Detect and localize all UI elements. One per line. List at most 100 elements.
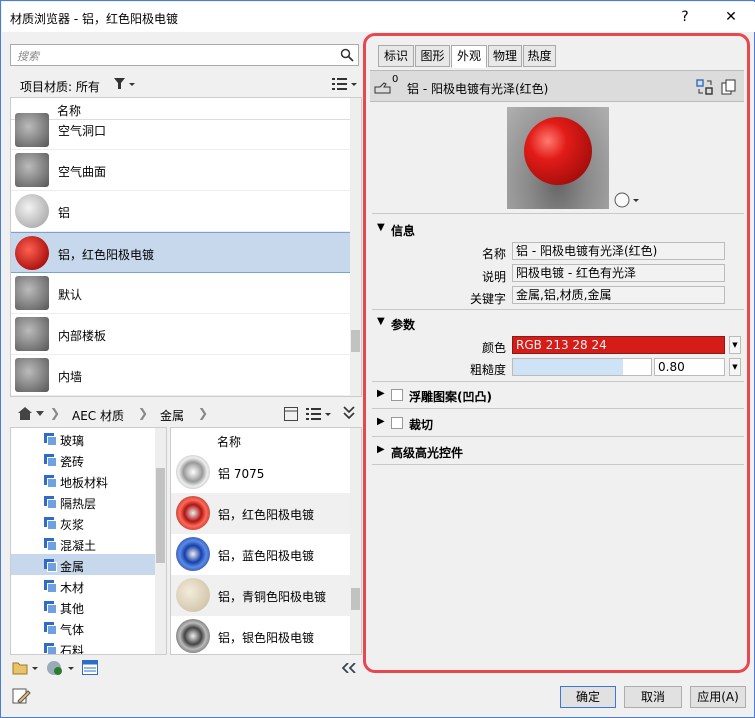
tree-item[interactable]: 其他 [11, 596, 157, 617]
list-item[interactable]: 铝，红色阳极电镀 [171, 493, 351, 534]
scrollbar-thumb[interactable] [351, 588, 360, 610]
search-input[interactable]: 搜索 [10, 44, 359, 66]
tree-item[interactable]: 木材 [11, 575, 157, 596]
apply-button[interactable]: 应用(A) [690, 686, 746, 708]
material-swatch [176, 578, 210, 612]
panel-toggle-icon[interactable] [284, 407, 298, 421]
list-item[interactable]: 铝，银色阳极电镀 [171, 616, 351, 654]
tree-item[interactable]: 气体 [11, 617, 157, 638]
tree-item[interactable]: 混凝土 [11, 533, 157, 554]
expand-arrow-icon: ▶ [377, 416, 385, 427]
cutout-checkbox[interactable] [391, 417, 403, 429]
material-name: 内部楼板 [58, 329, 107, 343]
collapse-left-icon[interactable] [342, 663, 356, 673]
scrollbar-thumb[interactable] [351, 330, 360, 352]
list-view-icon[interactable] [332, 77, 358, 91]
name-field[interactable]: 铝 - 阳极电镀有光泽(红色) [512, 242, 725, 260]
roughness-slider[interactable] [512, 358, 652, 376]
search-icon[interactable] [340, 48, 354, 62]
tree-item[interactable]: 石料 [11, 638, 157, 655]
tab-identity[interactable]: 标识 [378, 45, 414, 67]
category-icon [44, 433, 57, 446]
tree-item[interactable]: 隔热层 [11, 491, 157, 512]
duplicate-asset-icon[interactable] [721, 79, 737, 95]
hand-icon [374, 82, 391, 94]
list-item[interactable]: 内墙 [11, 355, 351, 396]
list-item-selected[interactable]: 铝，红色阳极电镀 [11, 232, 351, 273]
list-item[interactable]: 铝 7075 [171, 452, 351, 493]
list-item[interactable]: 空气洞口 [11, 110, 351, 150]
tree-item[interactable]: 玻璃 [11, 428, 157, 449]
home-icon[interactable] [18, 407, 32, 420]
color-swatch-field[interactable]: RGB 213 28 24 [512, 336, 725, 354]
list-item[interactable]: 内部楼板 [11, 314, 351, 355]
ok-button[interactable]: 确定 [560, 686, 616, 708]
tab-graphics[interactable]: 图形 [415, 45, 450, 67]
category-icon [44, 601, 57, 614]
category-icon [44, 496, 57, 509]
library-category-tree: 玻璃 瓷砖 地板材料 隔热层 灰浆 混凝土 金属 木材 其他 气体 石料 [10, 427, 167, 655]
tree-item-label: 石料 [60, 644, 85, 655]
material-name: 空气曲面 [58, 165, 107, 179]
params-section-header[interactable]: ▼ 参数 [373, 314, 743, 334]
category-icon [44, 538, 57, 551]
cancel-button[interactable]: 取消 [624, 686, 682, 708]
expand-arrow-icon: ▼ [377, 316, 385, 327]
roughness-dropdown-button[interactable]: ▼ [729, 358, 741, 376]
material-name: 铝 7075 [218, 467, 265, 481]
view-options-icon[interactable] [306, 407, 332, 421]
section-divider [372, 464, 744, 465]
highlight-section-header[interactable]: ▶ 高级高光控件 [373, 442, 743, 462]
filter-icon[interactable] [114, 78, 136, 90]
material-swatch [15, 276, 49, 310]
tree-item-label: 瓷砖 [60, 455, 85, 469]
asset-browser-icon[interactable] [82, 660, 98, 675]
tree-item-selected[interactable]: 金属 [11, 554, 157, 575]
cutout-section-header[interactable]: ▶ 裁切 [373, 414, 743, 434]
tree-scrollbar[interactable] [155, 428, 166, 654]
replace-asset-icon[interactable] [696, 79, 714, 95]
tree-item[interactable]: 地板材料 [11, 470, 157, 491]
tree-item-label: 气体 [60, 623, 85, 637]
open-library-icon[interactable] [12, 660, 38, 676]
material-swatch [176, 537, 210, 571]
edit-notes-icon[interactable] [12, 687, 32, 705]
tab-thermal[interactable]: 热度 [523, 45, 556, 67]
keywords-field[interactable]: 金属,铝,材质,金属 [512, 286, 725, 304]
tab-appearance[interactable]: 外观 [451, 45, 487, 68]
tree-item[interactable]: 瓷砖 [11, 449, 157, 470]
scrollbar-thumb[interactable] [156, 468, 165, 563]
material-name: 铝，蓝色阳极电镀 [218, 549, 315, 563]
relief-section-header[interactable]: ▶ 浮雕图案(凹凸) [373, 386, 743, 406]
list-item[interactable]: 空气曲面 [11, 150, 351, 191]
list-item[interactable]: 铝 [11, 191, 351, 232]
chevron-down-icon[interactable] [36, 411, 44, 416]
breadcrumb-current[interactable]: 金属 [160, 407, 184, 424]
list-scrollbar[interactable] [350, 98, 361, 396]
tab-physical[interactable]: 物理 [488, 45, 522, 67]
tree-item[interactable]: 灰浆 [11, 512, 157, 533]
search-placeholder: 搜索 [17, 50, 39, 63]
description-field[interactable]: 阳极电镀 - 红色有光泽 [512, 264, 725, 282]
close-button[interactable]: ✕ [720, 7, 742, 27]
roughness-value-field[interactable]: 0.80 [654, 358, 725, 376]
tree-item-label: 木材 [60, 581, 85, 595]
list-item[interactable]: 默认 [11, 273, 351, 314]
create-material-icon[interactable] [46, 659, 76, 676]
color-dropdown-button[interactable]: ▼ [729, 336, 741, 354]
help-button[interactable]: ? [674, 7, 696, 27]
relief-checkbox[interactable] [391, 389, 403, 401]
tree-item-label: 混凝土 [60, 539, 97, 553]
category-icon [44, 580, 57, 593]
list-item[interactable]: 铝，青铜色阳极电镀 [171, 575, 351, 616]
filter-bar: 项目材质: 所有 [10, 72, 362, 96]
material-swatch [15, 153, 49, 187]
preview-options-icon[interactable] [614, 192, 640, 208]
info-section-header[interactable]: ▼ 信息 [373, 220, 743, 240]
library-toolbar [10, 657, 362, 679]
list-item[interactable]: 铝，蓝色阳极电镀 [171, 534, 351, 575]
collapse-down-icon[interactable] [343, 406, 355, 420]
material-name: 铝，青铜色阳极电镀 [218, 590, 327, 604]
breadcrumb-root[interactable]: AEC 材质 [72, 407, 124, 424]
list-scrollbar[interactable] [350, 428, 361, 654]
